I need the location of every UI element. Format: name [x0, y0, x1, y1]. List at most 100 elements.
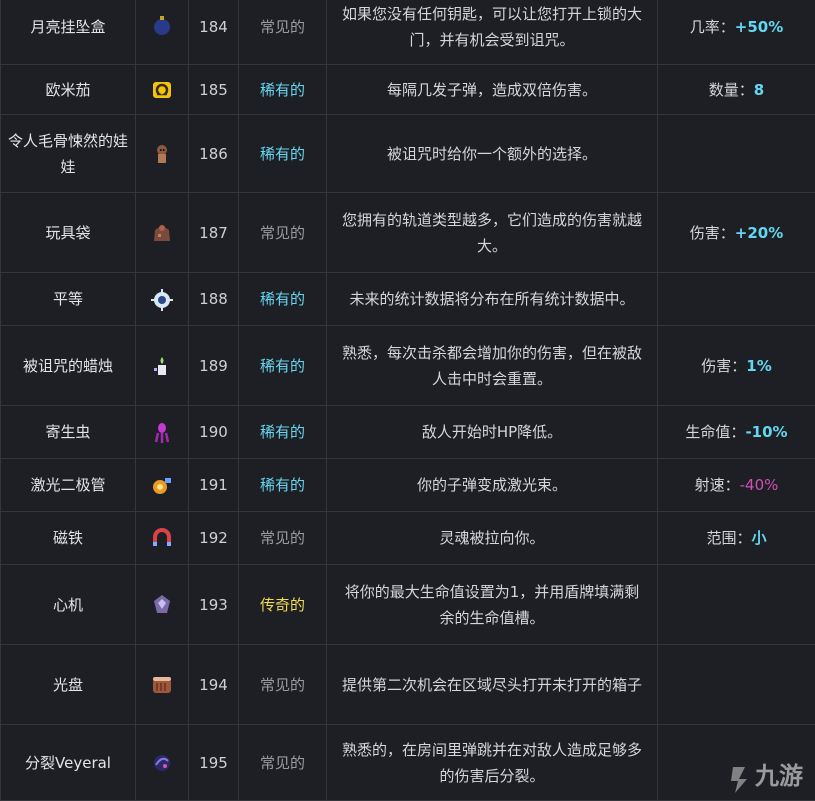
- split-veyeral-icon: [150, 751, 174, 775]
- item-icon-cell: [135, 325, 189, 406]
- item-description: 熟悉，每次击杀都会增加你的伤害，但在被敌人击中时会重置。: [326, 325, 658, 406]
- stat-label: 范围：: [706, 529, 752, 547]
- item-name: 玩具袋: [0, 192, 136, 273]
- item-stat: [657, 272, 815, 326]
- cursed-candle-icon: [150, 354, 174, 378]
- item-rarity: 传奇的: [238, 564, 327, 645]
- item-name: 分裂Veyeral: [0, 724, 136, 801]
- item-id: 186: [188, 114, 239, 193]
- item-icon-cell: [135, 0, 189, 65]
- table-row: 平等 188 稀有的 未来的统计数据将分布在所有统计数据中。: [0, 272, 815, 326]
- item-description: 灵魂被拉向你。: [326, 511, 658, 565]
- stat-value: -10%: [745, 423, 788, 441]
- item-icon-cell: [135, 458, 189, 512]
- item-id: 192: [188, 511, 239, 565]
- item-icon-cell: [135, 64, 189, 115]
- table-row: 月亮挂坠盒 184 常见的 如果您没有任何钥匙，可以让您打开上锁的大门，并有机会受到诅…: [0, 0, 815, 65]
- item-id: 194: [188, 644, 239, 725]
- equality-icon: [150, 288, 174, 312]
- table-row: 磁铁 192 常见的 灵魂被拉向你。 范围：小: [0, 511, 815, 565]
- item-rarity: 常见的: [238, 0, 327, 65]
- item-stat: 射速：-40%: [657, 458, 815, 512]
- disc-icon: [150, 673, 174, 697]
- item-rarity: 稀有的: [238, 458, 327, 512]
- item-stat: 几率：+50%: [657, 0, 815, 65]
- item-description: 未来的统计数据将分布在所有统计数据中。: [326, 272, 658, 326]
- table-row: 寄生虫 190 稀有的 敌人开始时HP降低。 生命值：-10%: [0, 405, 815, 459]
- table-row: 欧米茄 185 稀有的 每隔几发子弹，造成双倍伤害。 数量：8: [0, 64, 815, 115]
- item-rarity: 常见的: [238, 192, 327, 273]
- item-id: 187: [188, 192, 239, 273]
- item-description: 你的子弹变成激光束。: [326, 458, 658, 512]
- item-description: 将你的最大生命值设置为1，并用盾牌填满剩余的生命值槽。: [326, 564, 658, 645]
- item-stat: [657, 564, 815, 645]
- item-rarity: 稀有的: [238, 64, 327, 115]
- item-stat: [657, 114, 815, 193]
- item-stat: 生命值：-10%: [657, 405, 815, 459]
- item-rarity: 稀有的: [238, 272, 327, 326]
- item-id: 195: [188, 724, 239, 801]
- watermark-text: 九游: [755, 762, 803, 790]
- omega-icon: [150, 78, 174, 102]
- item-name: 激光二极管: [0, 458, 136, 512]
- item-rarity: 稀有的: [238, 114, 327, 193]
- item-icon-cell: [135, 272, 189, 326]
- stat-value: 8: [753, 80, 765, 99]
- table-row: 心机 193 传奇的 将你的最大生命值设置为1，并用盾牌填满剩余的生命值槽。: [0, 564, 815, 645]
- item-id: 184: [188, 0, 239, 65]
- item-description: 如果您没有任何钥匙，可以让您打开上锁的大门，并有机会受到诅咒。: [326, 0, 658, 65]
- item-icon-cell: [135, 511, 189, 565]
- item-rarity: 常见的: [238, 644, 327, 725]
- stat-value: 小: [751, 529, 767, 547]
- item-name: 平等: [0, 272, 136, 326]
- item-description: 您拥有的轨道类型越多，它们造成的伤害就越大。: [326, 192, 658, 273]
- item-rarity: 稀有的: [238, 405, 327, 459]
- toy-bag-icon: [150, 221, 174, 245]
- item-name: 月亮挂坠盒: [0, 0, 136, 65]
- item-id: 189: [188, 325, 239, 406]
- item-name: 寄生虫: [0, 405, 136, 459]
- stat-label: 几率：: [689, 17, 735, 36]
- stat-label: 伤害：: [701, 356, 747, 375]
- item-id: 185: [188, 64, 239, 115]
- item-name: 令人毛骨悚然的娃娃: [0, 114, 136, 193]
- item-icon-cell: [135, 564, 189, 645]
- item-icon-cell: [135, 644, 189, 725]
- item-rarity: 稀有的: [238, 325, 327, 406]
- stat-label: 伤害：: [689, 223, 735, 242]
- laser-diode-icon: [150, 474, 174, 498]
- item-rarity: 常见的: [238, 511, 327, 565]
- item-name: 被诅咒的蜡烛: [0, 325, 136, 406]
- item-id: 191: [188, 458, 239, 512]
- item-icon-cell: [135, 724, 189, 801]
- item-table: 月亮挂坠盒 184 常见的 如果您没有任何钥匙，可以让您打开上锁的大门，并有机会受到诅…: [0, 0, 815, 801]
- item-stat: 范围：小: [657, 511, 815, 565]
- stat-value: 1%: [746, 356, 772, 375]
- item-name: 欧米茄: [0, 64, 136, 115]
- stat-label: 数量：: [708, 80, 754, 99]
- table-row: 被诅咒的蜡烛 189 稀有的 熟悉，每次击杀都会增加你的伤害，但在被敌人击中时会重置。…: [0, 325, 815, 406]
- item-rarity: 常见的: [238, 724, 327, 801]
- item-description: 被诅咒时给你一个额外的选择。: [326, 114, 658, 193]
- item-icon-cell: [135, 192, 189, 273]
- magnet-icon: [150, 527, 174, 551]
- item-description: 熟悉的，在房间里弹跳并在对敌人造成足够多的伤害后分裂。: [326, 724, 658, 801]
- stat-value: -40%: [739, 476, 779, 494]
- item-id: 193: [188, 564, 239, 645]
- item-stat: 数量：8: [657, 64, 815, 115]
- item-name: 磁铁: [0, 511, 136, 565]
- table-row: 激光二极管 191 稀有的 你的子弹变成激光束。 射速：-40%: [0, 458, 815, 512]
- parasite-icon: [150, 421, 174, 445]
- item-name: 心机: [0, 564, 136, 645]
- item-description: 提供第二次机会在区域尽头打开未打开的箱子: [326, 644, 658, 725]
- item-description: 敌人开始时HP降低。: [326, 405, 658, 459]
- creepy-doll-icon: [150, 142, 174, 166]
- item-stat: [657, 644, 815, 725]
- stat-value: +20%: [734, 223, 784, 242]
- item-id: 190: [188, 405, 239, 459]
- table-row: 令人毛骨悚然的娃娃 186 稀有的 被诅咒时给你一个额外的选择。: [0, 114, 815, 193]
- stat-label: 生命值：: [685, 423, 746, 441]
- item-id: 188: [188, 272, 239, 326]
- item-stat: 伤害：+20%: [657, 192, 815, 273]
- item-stat: 伤害：1%: [657, 325, 815, 406]
